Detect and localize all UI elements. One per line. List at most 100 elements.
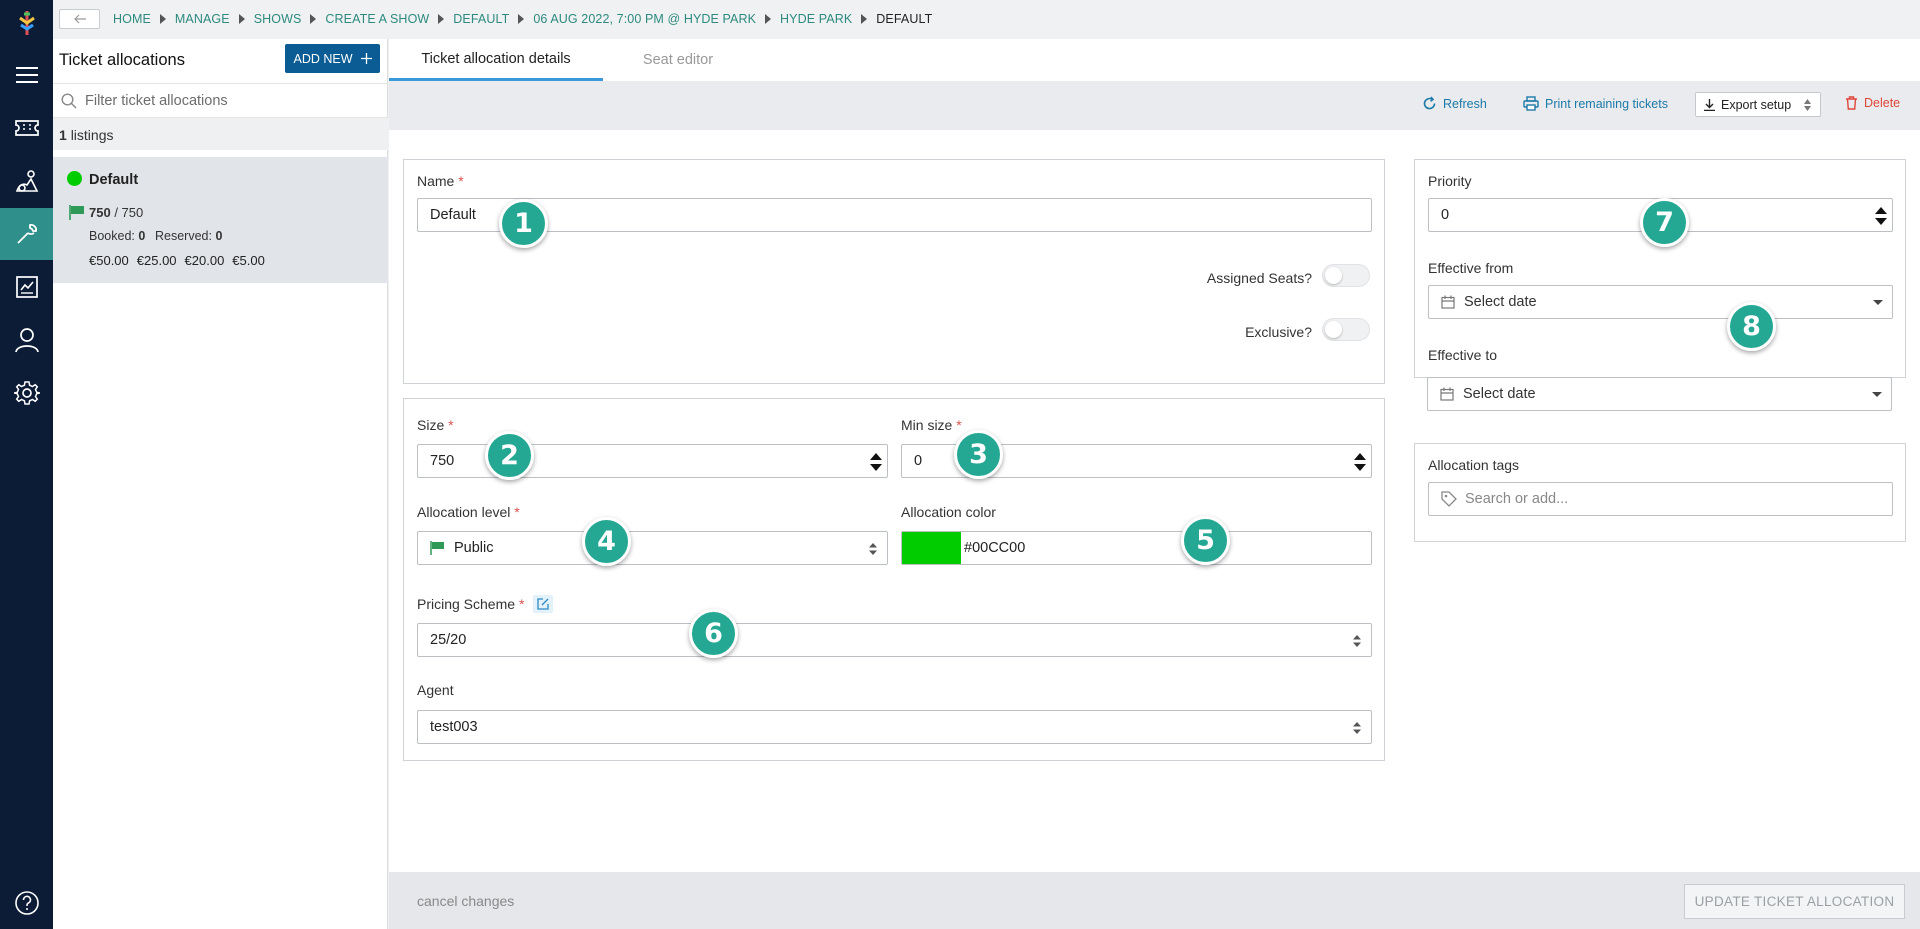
allocation-color-value: #00CC00 — [964, 540, 1026, 556]
allocation-level-value: Public — [454, 540, 494, 556]
annotation-marker-4: 4 — [582, 517, 631, 566]
report-icon[interactable] — [0, 261, 53, 313]
menu-icon[interactable] — [0, 49, 53, 101]
user-icon[interactable] — [0, 314, 53, 366]
allocation-level-label-text: Allocation level — [417, 504, 511, 520]
allocation-color-label: Allocation color — [901, 504, 996, 520]
nav-rail — [0, 0, 53, 929]
tag-icon — [1441, 491, 1457, 507]
search-icon — [61, 92, 77, 108]
allocation-form: Name * Default Assigned Seats? Exclusive… — [389, 130, 1920, 872]
export-setup-select[interactable]: Export setup — [1695, 92, 1822, 117]
breadcrumb-manage[interactable]: MANAGE — [175, 12, 230, 26]
tags-card: Allocation tags Search or add... — [1414, 443, 1906, 542]
delete-button[interactable]: Delete — [1845, 96, 1900, 110]
effective-to-label: Effective to — [1428, 347, 1498, 363]
caret-down-icon — [1872, 392, 1882, 397]
pricing-scheme-label-text: Pricing Scheme — [417, 596, 516, 612]
exclusive-toggle[interactable] — [1322, 318, 1370, 341]
breadcrumb-performance[interactable]: 06 AUG 2022, 7:00 PM @ HYDE PARK — [533, 12, 756, 26]
breadcrumb-home[interactable]: HOME — [113, 12, 151, 26]
allocation-color-input[interactable]: #00CC00 — [901, 531, 1372, 565]
listing-prices: €50.00 €25.00 €20.00 €5.00 — [89, 253, 265, 268]
filter-bar — [53, 83, 388, 118]
pricing-scheme-select[interactable]: 25/20 — [417, 623, 1372, 657]
form-footer: cancel changes UPDATE TICKET ALLOCATION — [389, 872, 1920, 929]
refresh-button[interactable]: Refresh — [1422, 96, 1487, 111]
priority-card: Priority 0 Effective from Select date Ef… — [1414, 159, 1906, 378]
required-mark: * — [448, 417, 454, 433]
color-swatch[interactable] — [902, 532, 961, 564]
tab-seat-editor[interactable]: Seat editor — [603, 39, 753, 81]
ticket-icon[interactable] — [0, 102, 53, 154]
wrench-icon[interactable] — [0, 208, 53, 260]
cancel-changes-link[interactable]: cancel changes — [417, 893, 514, 909]
tags-input[interactable]: Search or add... — [1428, 482, 1893, 516]
trash-icon — [1846, 96, 1857, 110]
annotation-marker-2: 2 — [485, 431, 534, 480]
breadcrumb-create-show[interactable]: CREATE A SHOW — [325, 12, 429, 26]
breadcrumb-separator-icon — [765, 14, 772, 24]
agent-select[interactable]: test003 — [417, 710, 1372, 744]
breadcrumb-separator-icon — [310, 14, 317, 24]
panel-title: Ticket allocations — [59, 51, 185, 69]
list-item[interactable]: Default 750 / 750 Booked: 0 Reserved: 0 … — [53, 157, 388, 283]
required-mark: * — [956, 417, 962, 433]
min-size-label: Min size * — [901, 417, 962, 433]
filter-input[interactable] — [85, 92, 365, 109]
effective-to-picker[interactable]: Select date — [1427, 377, 1892, 411]
tags-placeholder: Search or add... — [1465, 491, 1569, 507]
calendar-icon — [1440, 387, 1454, 401]
assigned-seats-toggle[interactable] — [1322, 264, 1370, 287]
venue-icon[interactable] — [0, 155, 53, 207]
tab-ticket-allocation-details[interactable]: Ticket allocation details — [389, 39, 603, 81]
select-arrows-icon — [1353, 722, 1361, 734]
breadcrumb-default-show[interactable]: DEFAULT — [453, 12, 509, 26]
listing-booked: Booked: 0 — [89, 229, 145, 243]
effective-from-picker[interactable]: Select date — [1428, 285, 1893, 319]
stepper-icon — [1875, 207, 1887, 225]
pricing-scheme-value: 25/20 — [430, 632, 467, 648]
export-label: Export setup — [1721, 97, 1792, 112]
add-new-button[interactable]: ADD NEW — [285, 44, 380, 73]
sort-arrows-icon — [1804, 98, 1812, 111]
breadcrumb-current: DEFAULT — [876, 12, 933, 26]
reserved-value: 0 — [215, 229, 223, 243]
calendar-icon — [1441, 295, 1455, 309]
plus-icon — [360, 53, 372, 64]
stepper-icon — [870, 453, 882, 471]
name-input[interactable]: Default — [417, 198, 1372, 232]
required-mark: * — [514, 504, 520, 520]
required-mark: * — [458, 173, 464, 189]
breadcrumb-shows[interactable]: SHOWS — [254, 12, 302, 26]
allocation-level-select[interactable]: Public — [417, 531, 888, 565]
listing-name: Default — [89, 172, 139, 188]
price: €50.00 — [89, 253, 129, 268]
edit-pricing-button[interactable] — [532, 595, 553, 613]
allocations-panel: Ticket allocations ADD NEW 1 listings De… — [53, 39, 388, 929]
flag-icon — [430, 541, 444, 555]
breadcrumb: HOME MANAGE SHOWS CREATE A SHOW DEFAULT … — [113, 12, 932, 26]
back-button[interactable] — [59, 9, 100, 29]
logo-icon[interactable] — [0, 0, 53, 46]
update-allocation-button[interactable]: UPDATE TICKET ALLOCATION — [1684, 884, 1905, 919]
annotation-marker-8: 8 — [1727, 302, 1776, 351]
print-remaining-button[interactable]: Print remaining tickets — [1523, 96, 1668, 111]
status-dot-icon — [67, 171, 82, 186]
price: €25.00 — [136, 253, 177, 268]
listing-count: 1 listings — [53, 118, 388, 150]
help-icon[interactable] — [0, 877, 53, 929]
listing-count-label: listings — [70, 127, 114, 143]
gear-icon[interactable] — [0, 367, 53, 419]
tab-bar: Ticket allocation details Seat editor — [389, 39, 1920, 81]
agent-value: test003 — [430, 719, 478, 735]
stepper-icon — [1354, 453, 1366, 471]
min-size-value: 0 — [914, 453, 923, 469]
effective-from-label: Effective from — [1428, 260, 1514, 276]
delete-label: Delete — [1864, 96, 1901, 110]
action-toolbar: Refresh Print remaining tickets Export s… — [389, 81, 1920, 130]
add-new-label: ADD NEW — [293, 51, 353, 66]
breadcrumb-venue[interactable]: HYDE PARK — [780, 12, 852, 26]
pricing-scheme-label: Pricing Scheme * — [417, 595, 553, 613]
priority-value: 0 — [1441, 207, 1450, 223]
